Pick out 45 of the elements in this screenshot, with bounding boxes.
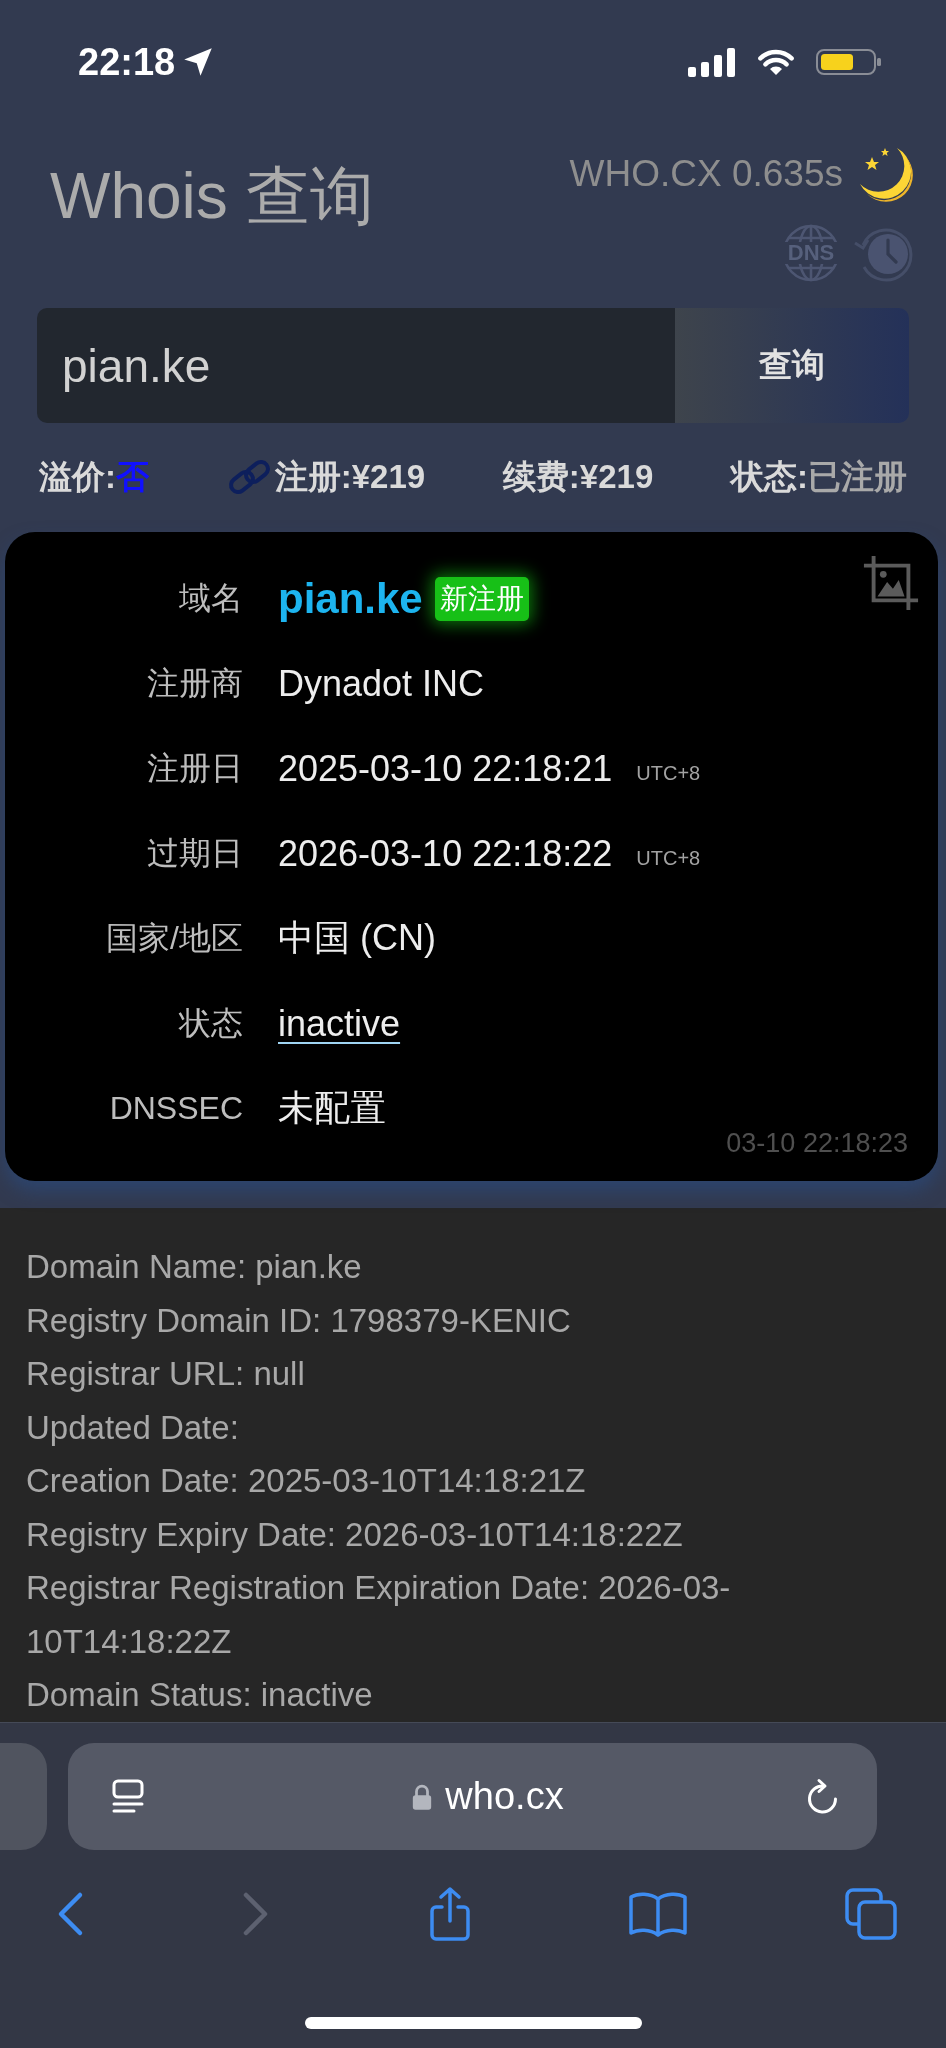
whois-line: Domain Status: inactive — [26, 1675, 373, 1715]
wifi-icon — [756, 47, 796, 77]
open-book-icon[interactable] — [628, 1890, 689, 1938]
whois-line: Registrar Registration Expiration Date: 2026-03-10T14:18:22Z — [26, 1568, 732, 1662]
price-info: 注册:¥219 — [274, 456, 426, 497]
field-label: DNSSEC — [109, 1090, 243, 1127]
search-field[interactable]: pian.ke — [37, 308, 675, 423]
field-label: 注册商 — [147, 663, 243, 703]
location-arrow-icon — [183, 47, 214, 77]
status-link[interactable]: inactive — [278, 1002, 401, 1045]
new-registration-badge: 新注册 — [434, 576, 529, 621]
timezone-label: UTC+8 — [636, 847, 701, 870]
field-label: 域名 — [179, 578, 243, 618]
response-time: WHO.CX 0.635s — [569, 153, 843, 195]
timezone-label: UTC+8 — [636, 762, 701, 785]
field-value: 中国 (CN) — [278, 916, 436, 960]
whois-line: Registry Expiry Date: 2026-03-10T14:18:22Z — [26, 1514, 683, 1555]
field-value: Dynadot INC — [278, 662, 485, 705]
field-label: 过期日 — [147, 833, 243, 873]
status-time: 22:18 — [78, 40, 176, 84]
price-info: 续费:¥219 — [502, 456, 654, 497]
tabs-icon[interactable] — [844, 1887, 898, 1941]
whois-line: Updated Date: — [26, 1407, 239, 1448]
whois-line: Registry Domain ID: 1798379-KENIC — [26, 1300, 571, 1341]
field-label: 状态 — [179, 1003, 243, 1043]
battery-icon — [816, 47, 882, 77]
crop-image-icon[interactable] — [862, 554, 920, 612]
domain-name[interactable]: pian.ke — [278, 574, 423, 623]
page-title: Whois 查询 — [50, 160, 374, 232]
url-text: who.cx — [445, 1775, 564, 1818]
lock-icon — [411, 1782, 434, 1811]
field-value: 2026-03-10 22:18:22 — [278, 832, 613, 875]
premium-info: 溢价:否 — [39, 456, 149, 497]
field-label: 注册日 — [147, 748, 243, 788]
query-timestamp: 03-10 22:18:23 — [726, 1128, 908, 1159]
signal-icon — [688, 47, 736, 77]
field-value: 2025-03-10 22:18:21 — [278, 747, 613, 790]
whois-line: Domain Name: pian.ke — [26, 1247, 362, 1287]
whois-line: Creation Date: 2025-03-10T14:18:21Z — [26, 1461, 586, 1501]
search-button[interactable]: 查询 — [675, 308, 909, 423]
address-bar[interactable]: who.cx — [68, 1743, 877, 1850]
status-info: 状态:已注册 — [731, 456, 907, 497]
field-label: 国家/地区 — [106, 918, 243, 958]
whois-line: Registrar URL: null — [26, 1354, 305, 1394]
field-value: 未配置 — [278, 1086, 386, 1130]
